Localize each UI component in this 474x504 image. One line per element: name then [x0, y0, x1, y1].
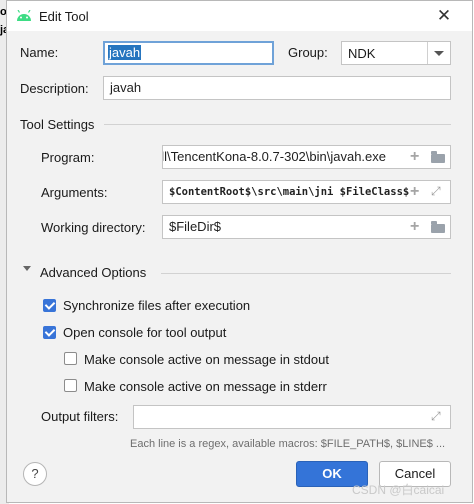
chevron-down-icon[interactable] [427, 42, 450, 64]
advanced-options-title[interactable]: Advanced Options [40, 265, 146, 280]
title-bar: Edit Tool ✕ [7, 1, 472, 31]
separator [161, 273, 451, 274]
arguments-label: Arguments: [41, 185, 108, 200]
close-icon[interactable]: ✕ [434, 6, 454, 26]
working-directory-field[interactable]: $FileDir$ [162, 215, 451, 239]
name-value: javah [108, 45, 142, 60]
program-label: Program: [41, 150, 95, 165]
help-button[interactable]: ? [23, 462, 47, 486]
description-field[interactable]: javah [103, 76, 451, 100]
folder-icon[interactable] [431, 221, 445, 233]
name-field[interactable]: javah [103, 41, 274, 65]
console-stdout-checkbox[interactable] [64, 352, 77, 365]
group-value: NDK [348, 46, 376, 61]
console-stdout-label: Make console active on message in stdout [84, 352, 329, 367]
output-filters-hint: Each line is a regex, available macros: … [130, 438, 446, 450]
expand-icon[interactable]: ⤢ [431, 184, 441, 199]
name-label: Name: [20, 45, 59, 60]
chevron-down-icon[interactable] [23, 266, 31, 271]
description-label: Description: [20, 81, 89, 96]
folder-icon[interactable] [431, 151, 445, 163]
android-icon [17, 10, 31, 21]
sync-files-checkbox[interactable] [43, 299, 56, 312]
group-label: Group: [288, 45, 328, 60]
console-stderr-label: Make console active on message in stderr [84, 379, 327, 394]
dialog-title: Edit Tool [39, 9, 89, 24]
separator [104, 124, 451, 125]
program-value: all\TencentKona-8.0.7-302\bin\javah.exe [162, 149, 386, 164]
add-macro-icon[interactable]: + [410, 219, 419, 235]
expand-icon[interactable]: ⤢ [431, 409, 441, 424]
group-select[interactable]: NDK [341, 41, 451, 65]
output-filters-label: Output filters: [41, 409, 119, 424]
working-directory-label: Working directory: [41, 220, 146, 235]
open-console-checkbox[interactable] [43, 326, 56, 339]
arguments-field[interactable]: $ContentRoot$\src\main\jni $FileClass$ [162, 180, 451, 204]
tool-settings-title: Tool Settings [20, 117, 95, 132]
edit-tool-dialog: Edit Tool ✕ Name: javah Group: NDK Descr… [6, 0, 473, 503]
console-stderr-checkbox[interactable] [64, 379, 77, 392]
add-macro-icon[interactable]: + [410, 149, 419, 165]
open-console-label: Open console for tool output [63, 325, 227, 340]
sync-files-label: Synchronize files after execution [63, 298, 251, 313]
program-field[interactable]: all\TencentKona-8.0.7-302\bin\javah.exe [162, 145, 451, 169]
output-filters-field[interactable] [133, 405, 451, 429]
watermark: CSDN @白caicai [352, 483, 445, 497]
add-macro-icon[interactable]: + [410, 184, 419, 200]
